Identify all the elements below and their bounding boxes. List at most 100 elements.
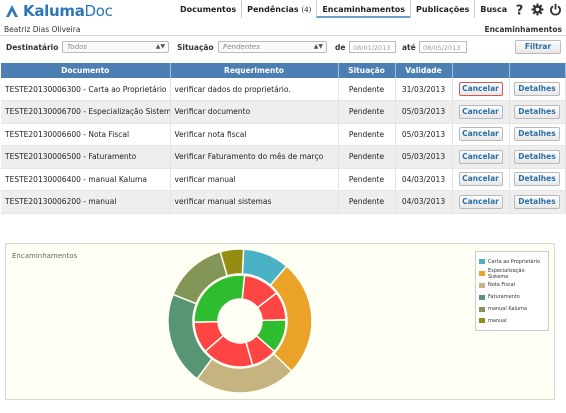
pendencias-table: Documento Requerimento Situação Validade… [1, 63, 566, 214]
cell-requerimento: verificar dados do proprietário. [170, 78, 339, 101]
details-button[interactable]: Detalhes [514, 104, 560, 119]
top-icons: ? [513, 3, 562, 16]
cell-requerimento: verificar manual [170, 168, 339, 191]
ate-label: até [402, 43, 416, 52]
legend-item: manual [479, 315, 545, 327]
nav-publicacoes[interactable]: Publicações [410, 0, 474, 18]
nav-encaminhamentos[interactable]: Encaminhamentos [316, 0, 411, 18]
cell-requerimento: Verificar documento [170, 100, 339, 124]
legend-label: Nota Fiscal [488, 282, 516, 289]
cell-documento: TESTE20130006700 - Especialização Sistem… [1, 100, 171, 124]
situacao-label: Situação [177, 43, 214, 52]
nav-pendencias[interactable]: Pendências (4) [241, 0, 316, 18]
table-row: TESTE20130006200 - manual verificar manu… [1, 190, 566, 214]
details-button[interactable]: Detalhes [514, 172, 560, 187]
donut-chart [167, 248, 313, 394]
destinatario-label: Destinatário [6, 43, 59, 52]
cancel-button[interactable]: Cancelar [458, 104, 503, 119]
legend-swatch [479, 282, 485, 288]
cancel-button[interactable]: Cancelar [458, 82, 503, 96]
legend-item: Especialização Sistema [479, 268, 545, 280]
table-row: TESTE20130006500 - Faturamento Verificar… [1, 145, 566, 169]
cell-documento: TESTE20130006200 - manual [1, 190, 171, 214]
table-header: Documento Requerimento Situação Validade [1, 63, 566, 78]
details-button[interactable]: Detalhes [514, 149, 560, 164]
legend-item: Faturamento [479, 291, 545, 303]
cell-documento: TESTE20130006600 - Nota Fiscal [1, 123, 171, 146]
legend-label: manual [488, 317, 507, 324]
cell-validade: 04/03/2013 [395, 190, 453, 214]
cell-situacao: Pendente [338, 145, 396, 169]
legend-item: Nota Fiscal [479, 280, 545, 292]
legend-swatch [479, 318, 485, 324]
cell-validade: 05/03/2013 [395, 145, 453, 169]
legend-label: Faturamento [488, 294, 520, 301]
legend-label: Especialização Sistema [488, 267, 525, 280]
cell-requerimento: Verificar Faturamento do mês de março [170, 145, 339, 169]
user-name: Beatriz Dias Oliveira [4, 25, 81, 34]
nav-busca[interactable]: Busca [474, 0, 512, 18]
col-detalhes [509, 63, 566, 78]
de-label: de [335, 43, 346, 52]
col-documento[interactable]: Documento [1, 63, 171, 78]
cell-validade: 05/03/2013 [395, 100, 453, 124]
gear-icon[interactable] [531, 3, 544, 16]
logo-icon [6, 5, 18, 17]
chart-panel: Encaminhamentos Carta ao Proprietário Esp… [5, 243, 555, 400]
table-row: TESTE20130006600 - Nota Fiscal Verificar… [1, 123, 566, 146]
cell-situacao: Pendente [338, 123, 396, 146]
cancel-button[interactable]: Cancelar [458, 127, 503, 142]
details-button[interactable]: Detalhes [514, 127, 560, 142]
cell-documento: TESTE20130006500 - Faturamento [1, 145, 171, 169]
situacao-select[interactable]: Pendentes ▲▼ [218, 41, 327, 53]
app-logo[interactable]: KalumaDoc [4, 2, 113, 20]
cell-documento: TESTE20130006400 - manual Kaluma [1, 168, 171, 191]
top-bar: KalumaDoc Documentos Pendências (4) Enca… [0, 0, 566, 22]
legend-item: Carta ao Proprietário [479, 256, 545, 268]
cancel-button[interactable]: Cancelar [458, 149, 503, 164]
details-button[interactable]: Detalhes [514, 82, 560, 96]
col-cancelar [452, 63, 510, 78]
details-button[interactable]: Detalhes [514, 194, 560, 209]
pendencias-count: (4) [301, 6, 312, 14]
cell-validade: 31/03/2013 [395, 78, 453, 101]
cell-validade: 04/03/2013 [395, 168, 453, 191]
table-row: TESTE20130006300 - Carta ao Proprietário… [1, 78, 566, 101]
date-from-input[interactable]: 08/01/2013 [349, 41, 396, 53]
divider [0, 35, 566, 36]
cell-situacao: Pendente [338, 78, 396, 101]
table-row: TESTE20130006700 - Especialização Sistem… [1, 100, 566, 124]
col-requerimento[interactable]: Requerimento [170, 63, 339, 78]
legend-swatch [479, 271, 485, 277]
filter-button[interactable]: Filtrar [515, 40, 561, 54]
col-validade[interactable]: Validade [395, 63, 453, 78]
cell-situacao: Pendente [338, 100, 396, 124]
nav-documentos[interactable]: Documentos [175, 0, 241, 18]
chart-legend: Carta ao Proprietário Especialização Sist… [475, 251, 549, 331]
power-icon[interactable] [549, 3, 562, 16]
col-situacao[interactable]: Situação [338, 63, 396, 78]
svg-text:?: ? [516, 4, 524, 17]
cancel-button[interactable]: Cancelar [458, 172, 503, 187]
cell-situacao: Pendente [338, 168, 396, 191]
select-arrow-icon: ▲▼ [155, 43, 165, 50]
cell-requerimento: verificar manual sistemas [170, 190, 339, 214]
cell-validade: 05/03/2013 [395, 123, 453, 146]
date-to-input[interactable]: 08/05/2013 [419, 41, 467, 53]
help-icon[interactable]: ? [513, 3, 526, 17]
legend-swatch [479, 259, 485, 265]
legend-label: manual Kaluma [488, 306, 528, 313]
legend-swatch [479, 294, 485, 300]
table-row: TESTE20130006400 - manual Kaluma verific… [1, 168, 566, 191]
section-title: Encaminhamentos [484, 25, 562, 34]
logo-text: KalumaDoc [23, 2, 113, 20]
select-arrow-icon: ▲▼ [313, 43, 323, 50]
filter-bar: Destinatário Todos ▲▼ Situação Pendentes ▲… [0, 40, 566, 56]
destinatario-select[interactable]: Todos ▲▼ [62, 41, 169, 53]
legend-swatch [479, 306, 485, 312]
main-nav: Documentos Pendências (4) Encaminhamento… [175, 0, 512, 18]
cell-requerimento: Verificar nota fiscal [170, 123, 339, 146]
cell-situacao: Pendente [338, 190, 396, 214]
cell-documento: TESTE20130006300 - Carta ao Proprietário [1, 78, 171, 101]
cancel-button[interactable]: Cancelar [458, 194, 503, 209]
